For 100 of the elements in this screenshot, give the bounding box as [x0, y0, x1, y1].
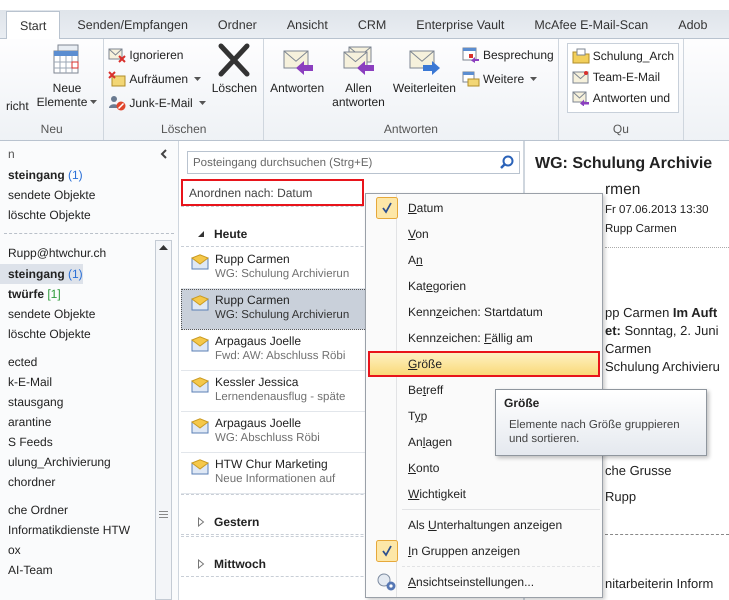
message-subject: Lernendenausflug - späte [215, 391, 346, 403]
calendar-icon [462, 47, 480, 63]
folder-item[interactable]: ulung_Archivierung [0, 452, 111, 472]
message-subject: Neue Informationen auf [215, 473, 336, 485]
ribbon-button[interactable]: Junk-E-Mail [108, 93, 206, 113]
folder-item[interactable]: ox [0, 540, 21, 560]
folder-item[interactable]: löschte Objekte [0, 205, 178, 225]
folder-item[interactable]: steingang (1) [0, 264, 83, 284]
quick-step-button[interactable]: Antworten und [572, 88, 674, 108]
envelope-icon [191, 295, 209, 311]
message-text: Fr 07.06.2013 13:30 [605, 203, 710, 218]
ribbon-button[interactable]: Allen antworten [330, 43, 387, 122]
search-icon[interactable] [500, 155, 514, 169]
group-label: Antworten [382, 122, 439, 138]
section-title: n [8, 147, 15, 161]
user-block-icon [108, 95, 126, 111]
menu-item[interactable]: Größe [368, 351, 600, 377]
message-sender: Rupp Carmen [215, 293, 291, 307]
ribbon-button[interactable]: Löschen [210, 43, 260, 122]
folder-item[interactable]: Informatikdienste HTW [0, 520, 130, 540]
group-label: Neu [40, 122, 64, 138]
folder-item[interactable]: S Feeds [0, 432, 53, 452]
message-text: rmen [605, 180, 642, 200]
expanded-triangle-icon [197, 230, 205, 238]
message-sender: Arpagaus Joelle [215, 334, 302, 348]
ribbon-tab[interactable]: Ansicht [274, 12, 341, 38]
message-subject: WG: Abschluss Röbi [215, 432, 320, 444]
folder-item[interactable]: k-E-Mail [0, 372, 52, 392]
folder-icon [572, 48, 590, 64]
reply-envelope-icon [572, 90, 590, 106]
folder-item[interactable]: löschte Objekte [0, 324, 91, 344]
caret-icon [90, 100, 98, 106]
ribbon-button[interactable]: Weiterleiten [390, 43, 458, 122]
message-subject: WG: Schulung Archivierun [215, 309, 350, 321]
ribbon-tab[interactable]: Enterprise Vault [403, 12, 518, 38]
message-text: che Grusse [605, 462, 672, 480]
ribbon-tab[interactable]: Adob [665, 12, 720, 38]
collapsed-triangle-icon [197, 516, 205, 526]
caret-icon [194, 76, 202, 82]
scrollbar[interactable] [155, 240, 172, 600]
search-field[interactable]: Posteingang durchsuchen (Strg+E) [187, 151, 520, 174]
folder-item[interactable]: steingang (1) [0, 165, 178, 185]
envelope-icon [191, 254, 209, 270]
folder-item[interactable]: AI-Team [0, 560, 53, 580]
envelope-icon [191, 377, 209, 393]
quick-step-button[interactable]: Schulung_Arch [572, 46, 674, 66]
ribbon-tab[interactable]: Senden/Empfangen [64, 12, 201, 38]
message-subject: Fwd: AW: Abschluss Röbi [215, 350, 346, 362]
account-name[interactable]: Rupp@htwchur.ch [0, 242, 155, 264]
group-label: Löschen [160, 122, 208, 138]
folder-item[interactable]: sendete Objekte [0, 185, 178, 205]
message-text: Rupp [605, 488, 638, 506]
folder-item[interactable]: sendete Objekte [0, 304, 96, 324]
collapse-chevron-icon[interactable] [160, 149, 168, 159]
envelope-icon [191, 418, 209, 434]
folder-item[interactable]: twürfe [1] [0, 284, 61, 304]
message-sender: Kessler Jessica [215, 375, 300, 389]
envelope-icon [191, 336, 209, 352]
message-text: et: Sonntag, 2. Juni [605, 322, 720, 340]
ribbon-button[interactable]: Aufräumen [108, 69, 206, 89]
checkmark-icon [376, 540, 398, 562]
caret-icon [530, 76, 538, 82]
message-sender: Arpagaus Joelle [215, 416, 302, 430]
folder-item[interactable]: arantine [0, 412, 52, 432]
ribbon-button[interactable]: richt [4, 43, 31, 122]
scroll-up-icon[interactable] [159, 245, 168, 251]
ribbon-tab[interactable]: Start [6, 11, 60, 39]
ribbon-tab[interactable]: CRM [344, 12, 400, 38]
ribbon-tab[interactable]: McAfee E-Mail-Scan [521, 12, 662, 38]
caret-icon [198, 100, 206, 106]
group-label: Qu [612, 122, 630, 138]
folder-item[interactable]: stausgang [0, 392, 64, 412]
message-text: Carmen [605, 340, 652, 358]
message-text: nitarbeiterin Inform [605, 575, 714, 593]
envelope-icon [572, 69, 590, 85]
folder-item[interactable]: ected [0, 352, 38, 372]
sort-button[interactable]: Anordnen nach: Datum [181, 179, 364, 206]
message-text: pp Carmen Im Auft [605, 304, 718, 322]
message-sender: HTW Chur Marketing [215, 457, 329, 471]
message-subject: WG: Schulung Archivierun [215, 268, 350, 280]
message-text: Rupp Carmen [605, 222, 678, 237]
checkmark-icon [376, 197, 398, 219]
message-text: Schulung Archivieru [605, 358, 721, 376]
quick-step-button[interactable]: Team-E-Mail [572, 67, 674, 87]
message-sender: Rupp Carmen [215, 252, 291, 266]
message-title: WG: Schulung Archivie [534, 155, 714, 173]
ribbon-button[interactable]: Antworten [268, 43, 326, 122]
ribbon-button[interactable]: Neue Elemente [34, 43, 100, 122]
delete-x-icon [217, 43, 252, 77]
folder-item[interactable]: chordner [0, 472, 56, 492]
folder-item[interactable]: che Ordner [0, 500, 68, 520]
envelope-icon [191, 459, 209, 475]
ribbon-tab[interactable]: Ordner [204, 12, 270, 38]
collapsed-triangle-icon [197, 558, 205, 568]
ribbon-button[interactable]: Ignorieren [108, 45, 206, 65]
view-settings-icon [376, 572, 398, 592]
calendar-envelope-icon [462, 71, 480, 87]
ribbon-button[interactable]: Besprechung [462, 45, 554, 65]
grip-icon [159, 511, 168, 518]
ribbon-button[interactable]: Weitere [462, 69, 554, 89]
